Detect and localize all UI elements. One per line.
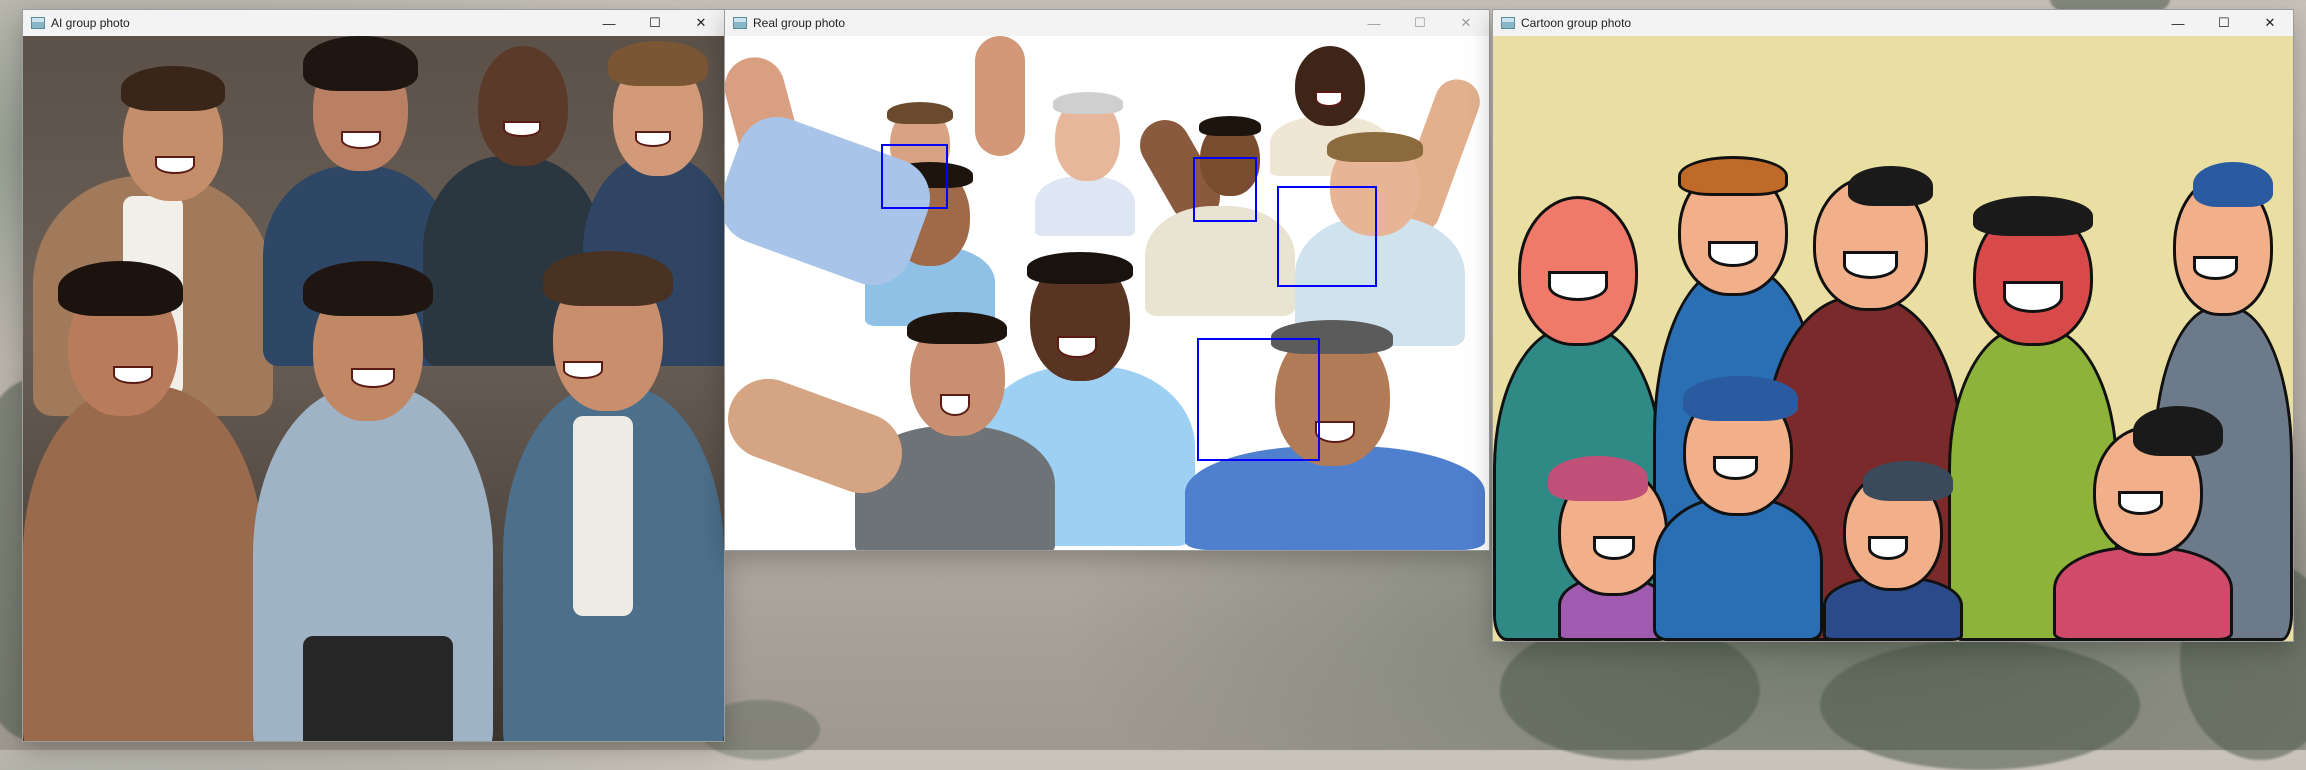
close-button[interactable]: ✕ — [1443, 10, 1489, 36]
maximize-button[interactable]: ☐ — [1397, 10, 1443, 36]
face-detection-box — [1193, 157, 1257, 222]
window-title: AI group photo — [51, 16, 130, 30]
minimize-button[interactable]: — — [586, 10, 632, 36]
minimize-button[interactable]: — — [2155, 10, 2201, 36]
maximize-button[interactable]: ☐ — [632, 10, 678, 36]
close-button[interactable]: ✕ — [678, 10, 724, 36]
real-group-photo-image — [725, 36, 1489, 550]
close-button[interactable]: ✕ — [2247, 10, 2293, 36]
app-icon — [1501, 17, 1515, 29]
cartoon-group-photo-image — [1493, 36, 2293, 641]
face-detection-box — [1277, 186, 1377, 287]
titlebar[interactable]: Real group photo — ☐ ✕ — [725, 10, 1489, 36]
titlebar[interactable]: AI group photo — ☐ ✕ — [23, 10, 724, 36]
window-title: Cartoon group photo — [1521, 16, 1632, 30]
window-ai-group-photo[interactable]: AI group photo — ☐ ✕ — [23, 10, 724, 741]
maximize-button[interactable]: ☐ — [2201, 10, 2247, 36]
ai-group-photo-image — [23, 36, 724, 741]
app-icon — [733, 17, 747, 29]
titlebar[interactable]: Cartoon group photo — ☐ ✕ — [1493, 10, 2293, 36]
window-title: Real group photo — [753, 16, 846, 30]
minimize-button[interactable]: — — [1351, 10, 1397, 36]
face-detection-box — [1197, 338, 1320, 461]
app-icon — [31, 17, 45, 29]
face-detection-box — [881, 144, 948, 209]
window-cartoon-group-photo[interactable]: Cartoon group photo — ☐ ✕ — [1493, 10, 2293, 641]
window-real-group-photo[interactable]: Real group photo — ☐ ✕ — [725, 10, 1489, 550]
